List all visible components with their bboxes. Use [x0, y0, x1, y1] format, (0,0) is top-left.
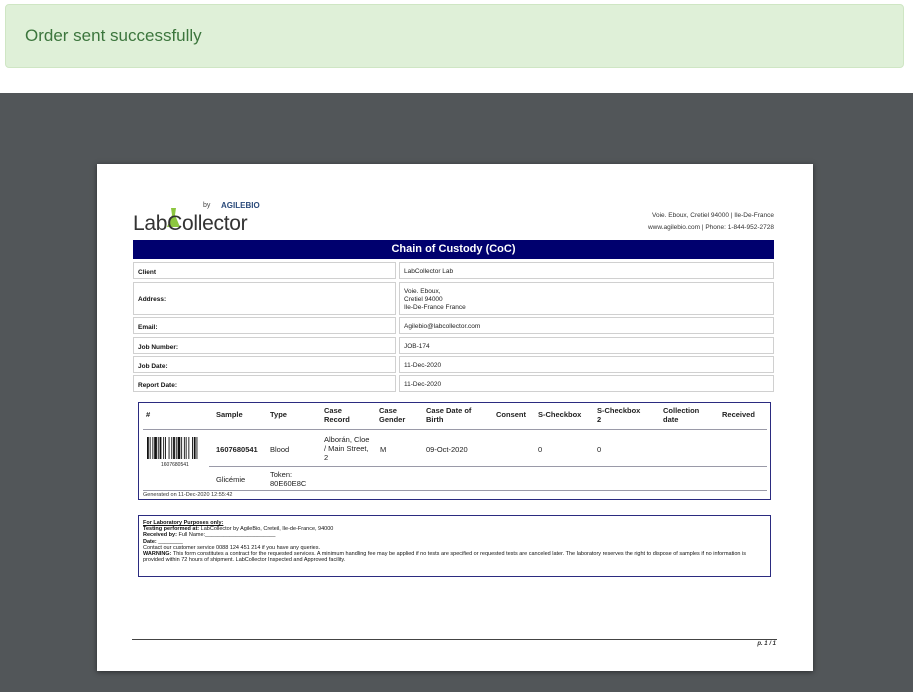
barcode-bar	[165, 437, 166, 459]
barcode-bar	[154, 437, 157, 459]
info-label: Job Number:	[133, 337, 396, 354]
barcode-bar	[175, 437, 177, 459]
barcode-bar	[147, 437, 149, 459]
s-checkbox-2-value: 0	[597, 445, 602, 454]
header-divider	[143, 429, 767, 430]
barcode-bar	[163, 437, 165, 459]
col-consent: Consent	[496, 410, 526, 419]
case-record: Alborán, Cloe / Main Street, 2	[324, 435, 370, 462]
barcode-bar	[188, 437, 190, 459]
success-alert: Order sent successfully	[5, 4, 904, 68]
barcode-number: 1607680541	[161, 462, 189, 468]
info-label: Report Date:	[133, 375, 396, 392]
col-received: Received	[722, 410, 755, 419]
barcode-bar	[159, 437, 162, 459]
info-row: Email: Agilebio@labcollector.com	[133, 317, 774, 334]
barcode-bar	[193, 437, 196, 459]
generated-timestamp: Generated on 11-Dec-2020 12:55:42	[143, 492, 233, 498]
barcode-bar	[157, 437, 159, 459]
sample-id: 1607680541	[216, 445, 258, 454]
barcode-bar	[168, 437, 170, 459]
warning-text: WARNING: This form constitutes a contrac…	[143, 551, 746, 564]
col-type: Type	[270, 410, 287, 419]
info-row: Client LabCollector Lab	[133, 262, 774, 279]
col-case-record: Case Record	[324, 406, 350, 424]
lab-purposes-section: For Laboratory Purposes only: Testing pe…	[138, 515, 771, 577]
barcode-image	[147, 437, 198, 459]
logo-name: LabCollector	[133, 212, 248, 235]
barcode-bar	[185, 437, 187, 459]
barcode-bar	[192, 437, 193, 459]
barcode-bar	[196, 437, 198, 459]
info-value: JOB-174	[399, 337, 774, 354]
pdf-page: by AGILEBIO LabCollector Voie. Eboux, Cr…	[97, 164, 813, 671]
info-value: Voie. Eboux, Cretiel 94000 Ile-De-France F…	[399, 282, 774, 315]
info-value: LabCollector Lab	[399, 262, 774, 279]
info-label: Job Date:	[133, 356, 396, 373]
barcode-bar	[171, 437, 173, 459]
info-row: Job Number: JOB-174	[133, 337, 774, 354]
info-label: Address:	[133, 282, 396, 315]
col-num: #	[146, 410, 151, 419]
col-collection-date: Collection date	[663, 406, 700, 424]
info-value: 11-Dec-2020	[399, 356, 774, 373]
alert-message: Order sent successfully	[25, 26, 202, 45]
case-dob: 09-Oct-2020	[426, 445, 468, 454]
col-s-checkbox: S-Checkbox	[538, 410, 582, 419]
footer-rule	[132, 639, 777, 640]
col-s-checkbox-2: S-Checkbox 2	[597, 406, 641, 424]
col-case-gender: Case Gender	[379, 406, 406, 424]
page-number: p. 1 / 1	[757, 641, 776, 647]
barcode-bar	[173, 437, 175, 459]
barcode-bar	[152, 437, 154, 459]
col-case-dob: Case Date of Birth	[426, 406, 472, 424]
pdf-viewer[interactable]: by AGILEBIO LabCollector Voie. Eboux, Cr…	[0, 93, 913, 692]
barcode-bar	[149, 437, 151, 459]
sample-type: Blood	[270, 445, 290, 454]
barcode-bar	[177, 437, 181, 459]
s-checkbox-value: 0	[538, 445, 543, 454]
info-row: Report Date: 11-Dec-2020	[133, 375, 774, 392]
samples-table: # Sample Type Case Record Case Gender Ca…	[138, 402, 771, 500]
case-gender: M	[380, 445, 387, 454]
test-token: Token: 80E60E8C	[270, 470, 307, 488]
test-name: Glicémie	[216, 475, 246, 484]
info-value: 11-Dec-2020	[399, 375, 774, 392]
info-label: Email:	[133, 317, 396, 334]
logo-by: by	[203, 202, 211, 209]
info-row: Address: Voie. Eboux, Cretiel 94000 Ile-De-…	[133, 282, 774, 315]
info-label: Client	[133, 262, 396, 279]
agilebio-brand: AGILEBIO	[221, 201, 260, 210]
info-row: Job Date: 11-Dec-2020	[133, 356, 774, 373]
header-address: Voie. Eboux, Cretiel 94000 | Ile-De-Fran…	[647, 212, 774, 231]
labcollector-logo: by AGILEBIO LabCollector	[133, 201, 273, 238]
document-title: Chain of Custody (CoC)	[133, 240, 774, 259]
footer-divider	[143, 490, 767, 491]
barcode-bar	[183, 437, 185, 459]
info-value: Agilebio@labcollector.com	[399, 317, 774, 334]
barcode-bar	[181, 437, 183, 459]
col-sample: Sample	[216, 410, 243, 419]
row-divider	[209, 466, 767, 467]
